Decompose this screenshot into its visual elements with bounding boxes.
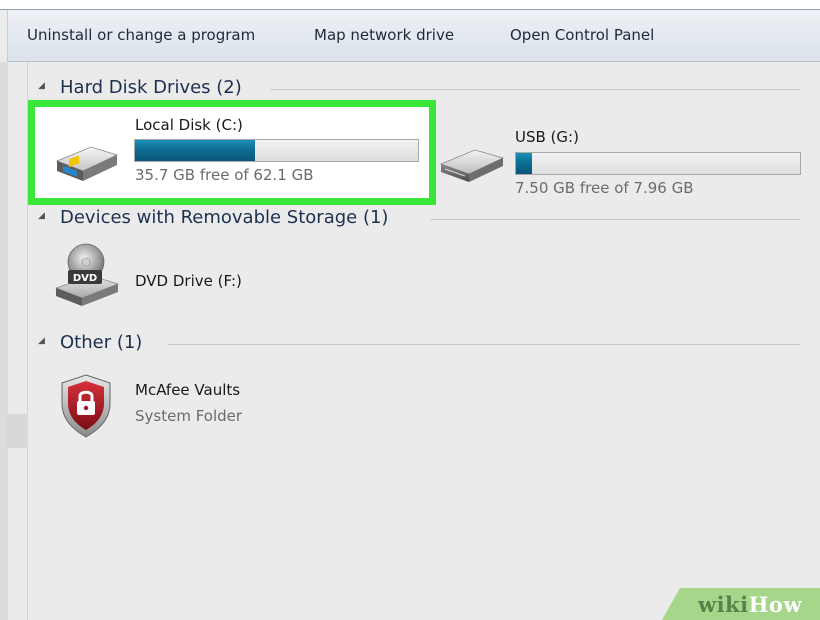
- hard-drive-icon: [55, 146, 119, 181]
- pane-collapse-handle[interactable]: [6, 414, 28, 448]
- open-control-panel-button[interactable]: Open Control Panel: [510, 26, 654, 44]
- group-title: Other (1): [60, 332, 143, 353]
- drive-free-space: 7.50 GB free of 7.96 GB: [515, 179, 694, 197]
- group-header-removable-storage[interactable]: ◢ Devices with Removable Storage (1): [38, 207, 808, 231]
- item-name: McAfee Vaults: [135, 381, 241, 399]
- group-header-hard-disk-drives[interactable]: ◢ Hard Disk Drives (2): [38, 77, 808, 101]
- map-network-drive-button[interactable]: Map network drive: [314, 26, 454, 44]
- capacity-bar: [134, 139, 419, 162]
- folder-tile-mcafee-vaults[interactable]: McAfee Vaults System Folder: [48, 367, 308, 447]
- navigation-pane-edge: [0, 62, 8, 620]
- watermark-suffix: How: [748, 592, 803, 617]
- shield-lock-icon: [61, 374, 111, 438]
- watermark-prefix: wiki: [698, 592, 749, 617]
- capacity-bar-fill: [516, 153, 533, 174]
- drive-name: DVD Drive (F:): [135, 272, 242, 290]
- group-divider: [168, 344, 800, 345]
- uninstall-program-button[interactable]: Uninstall or change a program: [27, 26, 255, 44]
- group-divider: [430, 219, 800, 220]
- group-divider: [270, 89, 800, 90]
- group-header-other[interactable]: ◢ Other (1): [38, 332, 808, 356]
- capacity-bar: [515, 152, 801, 175]
- drive-tile-dvd[interactable]: DVD DVD Drive (F:): [48, 240, 288, 310]
- collapse-arrow-icon[interactable]: ◢: [38, 81, 45, 91]
- drive-tile-usb[interactable]: USB (G:) 7.50 GB free of 7.96 GB: [433, 112, 813, 197]
- collapse-arrow-icon[interactable]: ◢: [38, 211, 45, 221]
- group-title: Hard Disk Drives (2): [60, 77, 242, 98]
- drive-name: USB (G:): [515, 128, 579, 146]
- collapse-arrow-icon[interactable]: ◢: [38, 336, 45, 346]
- explorer-window: Uninstall or change a program Map networ…: [0, 0, 820, 620]
- wikihow-watermark: wikiHow: [662, 588, 820, 620]
- group-title: Devices with Removable Storage (1): [60, 207, 389, 228]
- usb-drive-icon: [439, 149, 505, 182]
- drive-name: Local Disk (C:): [135, 116, 243, 134]
- command-bar: Uninstall or change a program Map networ…: [7, 10, 820, 62]
- dvd-label: DVD: [73, 273, 97, 284]
- drive-tile-local-disk-c[interactable]: Local Disk (C:) 35.7 GB free of 62.1 GB: [28, 100, 436, 205]
- dvd-drive-icon: DVD: [54, 243, 120, 306]
- item-subtitle: System Folder: [135, 407, 243, 425]
- capacity-bar-fill: [135, 140, 256, 161]
- drive-free-space: 35.7 GB free of 62.1 GB: [135, 166, 314, 184]
